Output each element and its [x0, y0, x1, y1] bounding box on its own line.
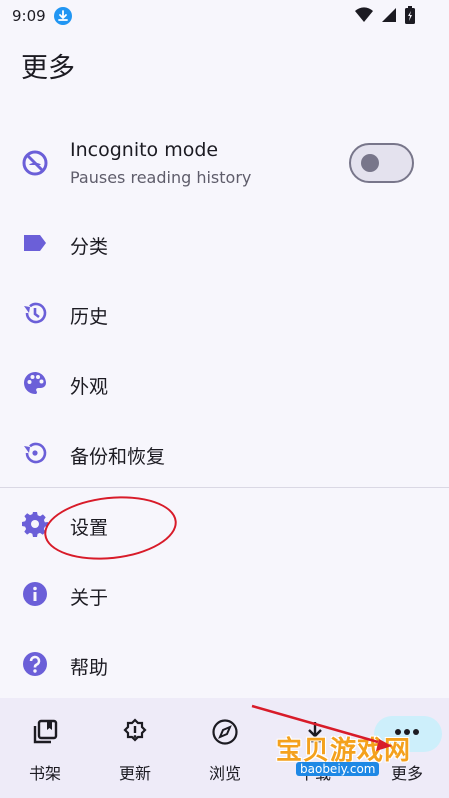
download-icon [53, 7, 72, 25]
library-icon [31, 718, 59, 746]
wifi-icon [355, 7, 373, 27]
help-icon [21, 650, 49, 678]
signal-icon [381, 7, 397, 27]
status-bar: 9:09 [0, 0, 449, 32]
menu-item-about[interactable]: 关于 [0, 559, 449, 629]
menu-item-categories[interactable]: 分类 [0, 208, 449, 278]
watermark: 宝贝游戏网 baobeiy.com [270, 712, 420, 792]
history-icon [21, 299, 49, 327]
info-icon [21, 580, 49, 608]
incognito-subtitle: Pauses reading history [70, 168, 252, 187]
nav-label: 书架 [28, 764, 61, 783]
menu-item-label: 分类 [70, 236, 109, 258]
nav-browse[interactable]: 浏览 [180, 698, 270, 798]
incognito-toggle[interactable] [349, 143, 414, 183]
nav-library[interactable]: 书架 [0, 698, 90, 798]
menu-item-appearance[interactable]: 外观 [0, 348, 449, 418]
palette-icon [21, 369, 49, 397]
menu-item-label: 备份和恢复 [70, 446, 166, 468]
label-icon [21, 229, 49, 257]
nav-label: 更新 [118, 764, 151, 783]
battery-icon [405, 6, 415, 28]
menu-item-label: 帮助 [70, 657, 109, 679]
restore-icon [21, 439, 49, 467]
menu-item-backup-restore[interactable]: 备份和恢复 [0, 418, 449, 488]
menu-item-label: 关于 [70, 587, 109, 609]
divider [0, 487, 449, 488]
watermark-url: baobeiy.com [296, 762, 380, 776]
menu-item-help[interactable]: 帮助 [0, 629, 449, 699]
menu-item-label: 外观 [70, 376, 109, 398]
updates-icon [121, 718, 149, 746]
menu-item-label: 历史 [70, 306, 109, 328]
status-time: 9:09 [12, 7, 46, 25]
toggle-knob [361, 154, 379, 172]
page-title: 更多 [21, 53, 75, 84]
compass-icon [211, 718, 239, 746]
incognito-icon [21, 149, 49, 177]
nav-updates[interactable]: 更新 [90, 698, 180, 798]
menu-item-history[interactable]: 历史 [0, 278, 449, 348]
incognito-title: Incognito mode [70, 139, 219, 161]
nav-label: 浏览 [208, 764, 241, 783]
